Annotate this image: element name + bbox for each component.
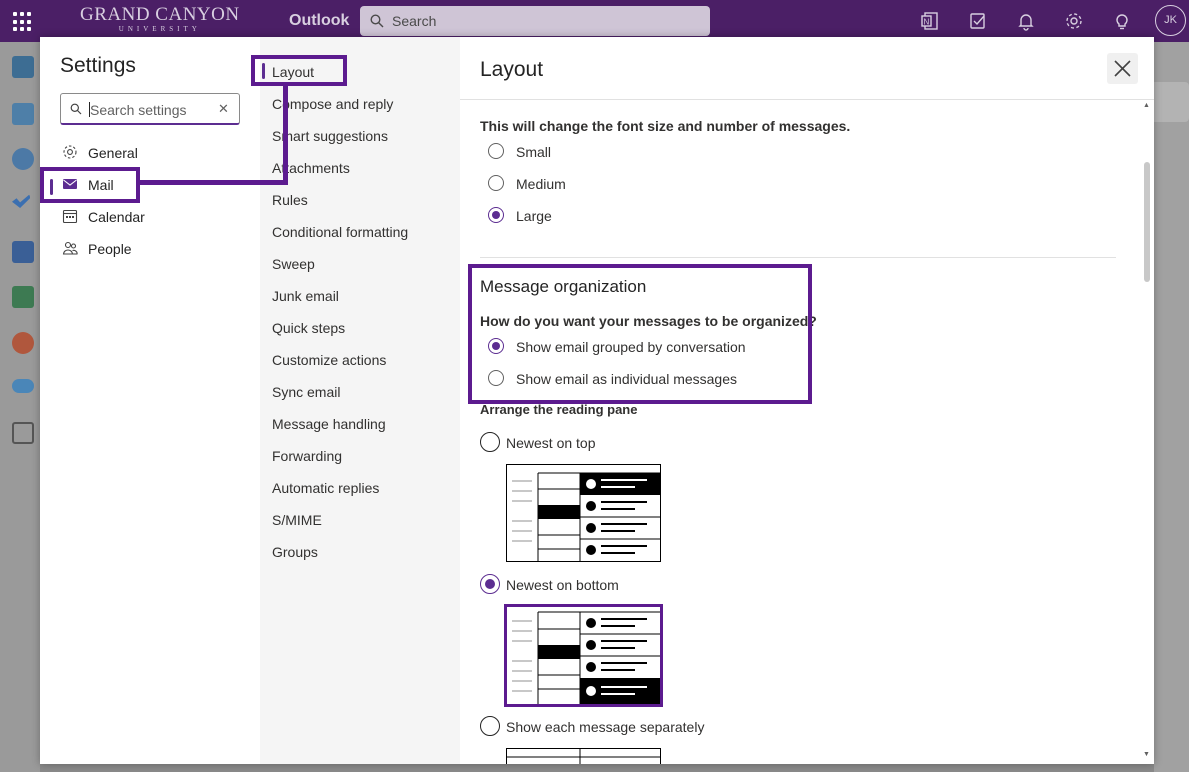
- people-icon: [62, 241, 78, 255]
- category-label: People: [88, 241, 132, 257]
- subitem-customize-actions[interactable]: Customize actions: [272, 352, 386, 368]
- radio-newest-on-top-label[interactable]: Newest on top: [506, 435, 596, 451]
- subitem-conditional-formatting[interactable]: Conditional formatting: [272, 224, 408, 240]
- gear-icon[interactable]: [1064, 11, 1084, 31]
- subitem-groups[interactable]: Groups: [272, 544, 318, 560]
- category-label: Calendar: [88, 209, 145, 225]
- close-button[interactable]: [1107, 53, 1138, 84]
- app-launcher-icon[interactable]: [13, 12, 33, 32]
- newest-on-bottom-preview[interactable]: [504, 604, 663, 707]
- powerpoint-icon[interactable]: [12, 332, 34, 354]
- todo-icon[interactable]: [968, 11, 988, 31]
- highlight-mail: [40, 167, 140, 203]
- app-name[interactable]: Outlook: [289, 12, 349, 30]
- word-icon[interactable]: [12, 241, 34, 263]
- top-bar: GRAND CANYON UNIVERSITY Outlook Search N…: [0, 0, 1189, 42]
- category-label: General: [88, 145, 138, 161]
- subitem-sync-email[interactable]: Sync email: [272, 384, 340, 400]
- radio-small[interactable]: [488, 143, 504, 159]
- pane-scrollbar[interactable]: ▲ ▼: [1141, 100, 1154, 764]
- highlight-layout: [251, 55, 347, 86]
- search-icon: [370, 14, 384, 28]
- radio-each-message-separately-label[interactable]: Show each message separately: [506, 719, 704, 735]
- pane-title: Layout: [480, 58, 544, 81]
- onedrive-icon[interactable]: [12, 379, 34, 393]
- subitem-compose-and-reply[interactable]: Compose and reply: [272, 96, 393, 112]
- mail-subcategories: Layout Compose and reply Smart suggestio…: [260, 37, 460, 764]
- radio-newest-on-top[interactable]: [480, 432, 500, 452]
- app-rail: [0, 42, 40, 772]
- subitem-message-handling[interactable]: Message handling: [272, 416, 386, 432]
- mail-icon[interactable]: [12, 56, 34, 78]
- lightbulb-icon[interactable]: [1112, 11, 1132, 31]
- background-field: [1150, 82, 1189, 122]
- subitem-sweep[interactable]: Sweep: [272, 256, 315, 272]
- reading-pane-preview-separate: [507, 749, 660, 764]
- clear-search-icon[interactable]: ✕: [218, 101, 229, 117]
- header-divider: [460, 99, 1154, 100]
- search-placeholder: Search: [392, 13, 437, 29]
- subitem-smime[interactable]: S/MIME: [272, 512, 322, 528]
- apps-icon[interactable]: [12, 422, 34, 444]
- radio-small-label[interactable]: Small: [516, 144, 551, 160]
- settings-categories: Settings Search settings ✕ General Mail …: [40, 37, 260, 764]
- reading-pane-heading: Arrange the reading pane: [480, 402, 638, 417]
- scroll-up-icon[interactable]: ▲: [1143, 102, 1150, 109]
- settings-title: Settings: [60, 54, 136, 77]
- separate-message-preview[interactable]: [506, 748, 661, 764]
- subitem-smart-suggestions[interactable]: Smart suggestions: [272, 128, 388, 144]
- people-icon[interactable]: [12, 148, 34, 170]
- subitem-junk-email[interactable]: Junk email: [272, 288, 339, 304]
- highlight-connector-vertical: [283, 86, 288, 185]
- excel-icon[interactable]: [12, 286, 34, 308]
- settings-search-placeholder: Search settings: [90, 102, 187, 118]
- bell-icon[interactable]: [1016, 11, 1036, 31]
- text-size-heading-clipped: [480, 97, 484, 105]
- scroll-down-icon[interactable]: ▼: [1143, 751, 1150, 758]
- text-size-description: This will change the font size and numbe…: [480, 118, 851, 134]
- radio-each-message-separately[interactable]: [480, 716, 500, 736]
- close-icon: [1114, 60, 1131, 77]
- settings-search-input[interactable]: Search settings ✕: [60, 93, 240, 125]
- scrollbar-thumb[interactable]: [1144, 162, 1150, 282]
- radio-medium[interactable]: [488, 175, 504, 191]
- section-divider: [480, 257, 1116, 258]
- search-icon: [70, 103, 82, 115]
- calendar-icon[interactable]: [12, 103, 34, 125]
- background-content: [1154, 42, 1189, 772]
- subitem-rules[interactable]: Rules: [272, 192, 308, 208]
- newest-on-top-preview[interactable]: [506, 464, 661, 562]
- gear-icon: [63, 145, 77, 159]
- subitem-automatic-replies[interactable]: Automatic replies: [272, 480, 379, 496]
- university-logo[interactable]: GRAND CANYON UNIVERSITY: [80, 5, 240, 34]
- avatar[interactable]: JK: [1155, 5, 1186, 36]
- highlight-connector-horizontal: [140, 180, 288, 185]
- radio-newest-on-bottom-label[interactable]: Newest on bottom: [506, 577, 619, 593]
- todo-check-icon[interactable]: [12, 194, 30, 208]
- highlight-message-organization: [468, 264, 812, 404]
- svg-text:N: N: [924, 18, 930, 27]
- reading-pane-preview-bottom: [512, 611, 660, 704]
- radio-medium-label[interactable]: Medium: [516, 176, 566, 192]
- global-search-input[interactable]: Search: [360, 6, 710, 36]
- calendar-icon: [62, 209, 78, 224]
- subitem-quick-steps[interactable]: Quick steps: [272, 320, 345, 336]
- radio-large-label[interactable]: Large: [516, 208, 552, 224]
- reading-pane-preview-top: [512, 472, 660, 561]
- settings-dialog: Settings Search settings ✕ General Mail …: [40, 37, 1154, 764]
- radio-large[interactable]: [488, 207, 504, 223]
- radio-newest-on-bottom[interactable]: [480, 574, 500, 594]
- onenote-icon[interactable]: N: [920, 11, 940, 31]
- subitem-forwarding[interactable]: Forwarding: [272, 448, 342, 464]
